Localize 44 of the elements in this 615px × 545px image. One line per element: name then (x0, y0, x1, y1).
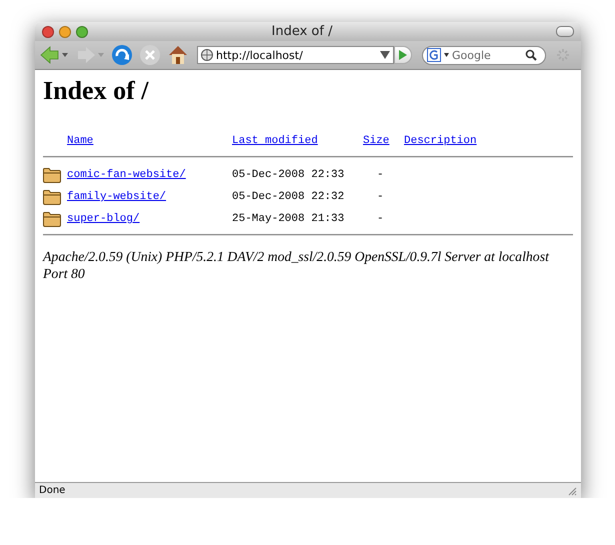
go-button[interactable] (394, 46, 412, 64)
folder-icon (43, 190, 61, 204)
column-header-link[interactable]: Name (67, 135, 94, 147)
dropdown-caret-icon[interactable] (444, 53, 449, 57)
folder-icon (43, 168, 61, 182)
modified-date: 05-Dec-2008 22:33 (232, 169, 344, 181)
resize-grip-icon[interactable] (567, 486, 577, 496)
back-arrow-icon (40, 46, 68, 64)
file-size: - (377, 191, 384, 203)
address-text: http://localhost/ (216, 48, 304, 62)
play-icon (399, 50, 407, 60)
stop-icon (140, 45, 160, 65)
column-header-link[interactable]: Last modified (232, 135, 318, 147)
modified-date: 25-May-2008 21:33 (232, 213, 344, 225)
search-icon[interactable] (525, 49, 537, 61)
window-title: Index of / (270, 24, 334, 39)
address-field[interactable]: http://localhost/ (197, 46, 394, 64)
file-size: - (377, 169, 384, 181)
modified-date: 05-Dec-2008 22:32 (232, 191, 344, 203)
server-signature: Apache/2.0.59 (Unix) PHP/5.2.1 DAV/2 mod_ssl/2.0.59 OpenSSL/0.9.7l Server at localhost Port 80 (43, 248, 550, 282)
forward-arrow-icon (78, 47, 104, 63)
back-button[interactable] (39, 44, 69, 66)
folder-link[interactable]: comic-fan-website/ (67, 169, 186, 181)
minimize-button[interactable] (59, 26, 71, 38)
globe-icon (201, 49, 213, 61)
reload-button[interactable] (111, 44, 133, 66)
folder-link[interactable]: family-website/ (67, 191, 166, 203)
zoom-button[interactable] (76, 26, 88, 38)
close-button[interactable] (42, 26, 54, 38)
search-engine-icon[interactable] (427, 48, 441, 62)
reload-icon (112, 45, 132, 65)
home-icon (169, 46, 187, 64)
column-header-link[interactable]: Size (363, 135, 390, 147)
dropdown-arrow-icon[interactable] (380, 51, 390, 59)
status-text: Done (39, 485, 66, 496)
page-heading: Index of / (43, 76, 150, 106)
folder-link[interactable]: super-blog/ (67, 213, 140, 225)
search-field[interactable]: Google (422, 46, 546, 64)
loading-spinner-icon (556, 48, 570, 62)
home-button[interactable] (167, 44, 189, 66)
column-header-link[interactable]: Description (404, 135, 477, 147)
file-size: - (377, 213, 384, 225)
folder-icon (43, 212, 61, 226)
toolbar-toggle-button[interactable] (556, 26, 574, 37)
